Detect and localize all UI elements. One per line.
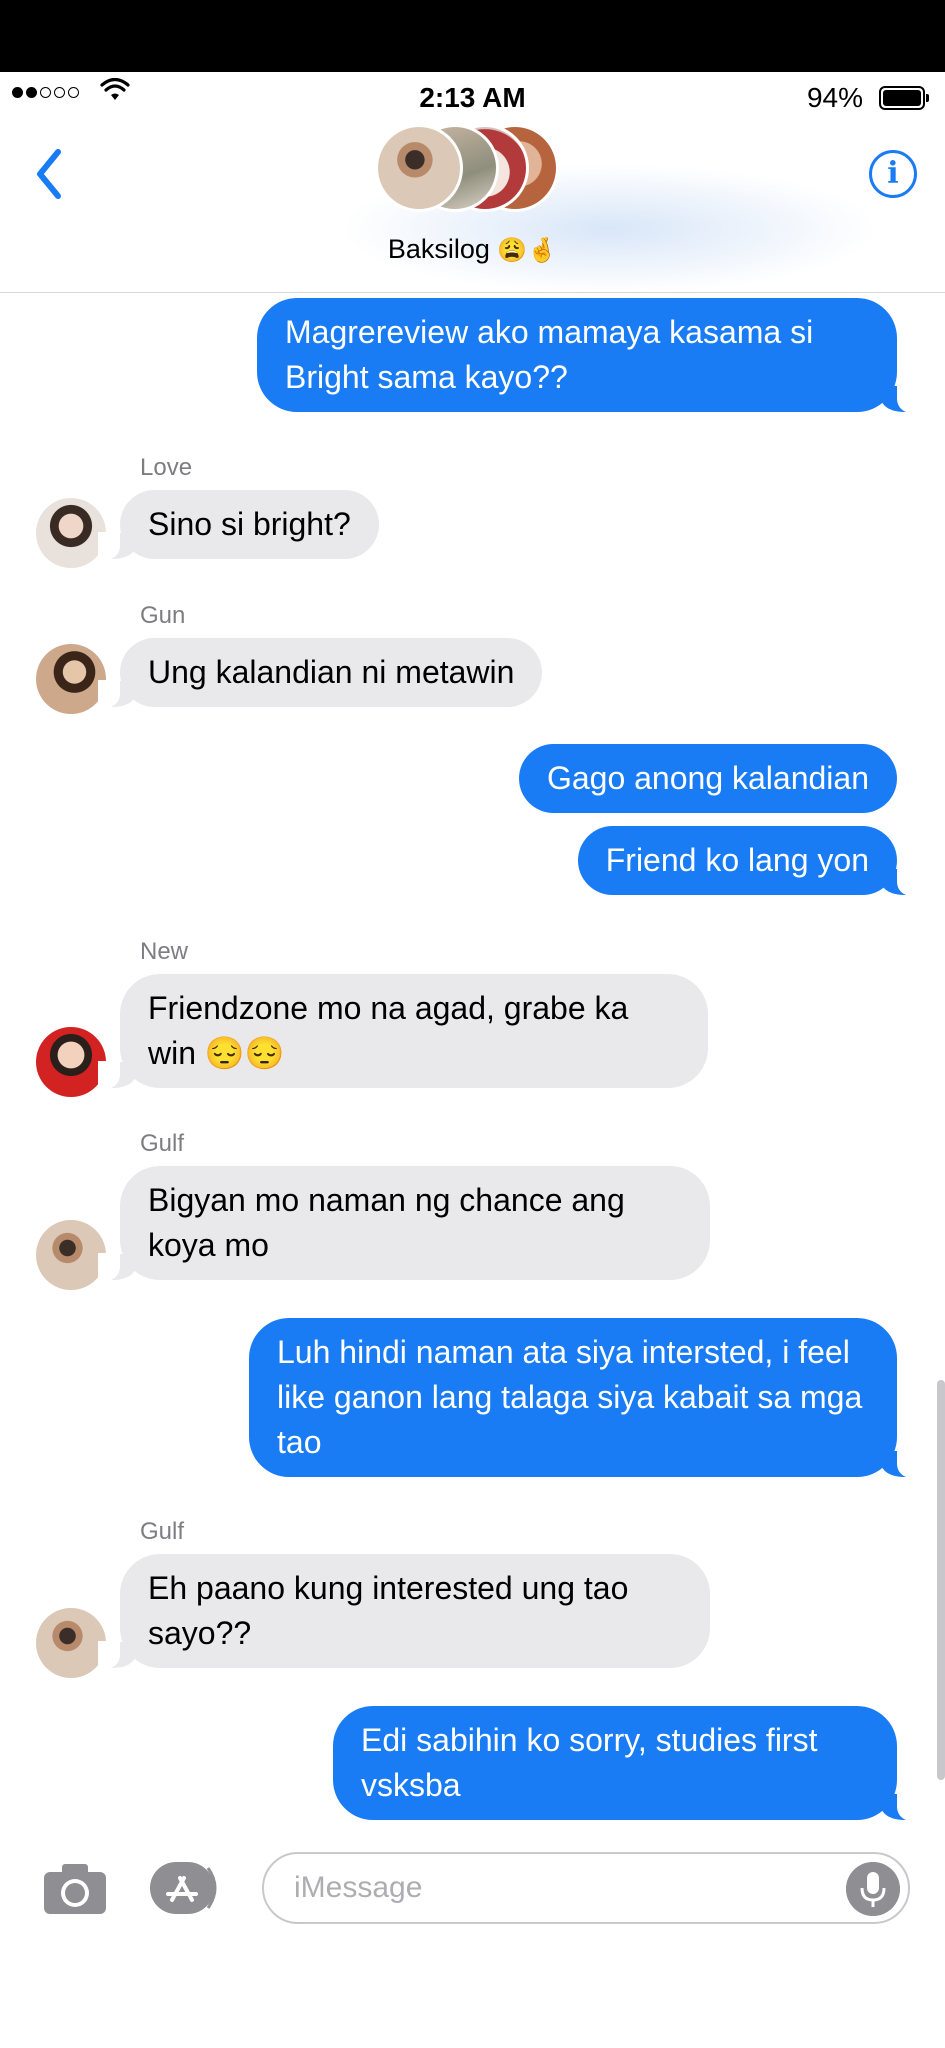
group-name-emoji: 😩🤞 xyxy=(497,237,558,264)
message-bubble-sent[interactable]: Friend ko lang yon xyxy=(577,826,920,896)
message-bubble-sent[interactable]: Edi sabihin ko sorry, studies first vsks… xyxy=(333,1706,919,1821)
sender-name: Love xyxy=(140,454,193,481)
avatar xyxy=(375,124,463,212)
camera-icon[interactable] xyxy=(42,1860,108,1916)
status-bar: 2:13 AM 94% xyxy=(0,72,945,124)
avatar[interactable] xyxy=(36,1220,106,1290)
message-bubble-received[interactable]: Bigyan mo naman ng chance ang koya mo xyxy=(98,1166,710,1281)
scrollbar[interactable] xyxy=(937,1380,945,1780)
sender-name: New xyxy=(140,938,189,965)
message-bubble-sent[interactable]: Magrereview ako mamaya kasama si Bright … xyxy=(257,298,919,413)
group-name[interactable]: Baksilog 😩🤞 xyxy=(0,234,945,265)
avatar[interactable] xyxy=(36,1608,106,1678)
avatar[interactable] xyxy=(36,644,106,714)
message-bubble-received[interactable]: Friendzone mo na agad, grabe ka win 😔😔 xyxy=(98,974,708,1089)
chevron-left-icon[interactable] xyxy=(30,144,70,208)
conversation-header: Baksilog 😩🤞 i xyxy=(0,124,945,293)
sender-name: Gulf xyxy=(140,1130,185,1157)
battery-icon xyxy=(879,86,929,110)
message-input-placeholder: iMessage xyxy=(294,1871,423,1904)
group-avatars[interactable] xyxy=(375,124,575,216)
message-bubble-received[interactable]: Ung kalandian ni metawin xyxy=(97,638,543,708)
input-bar: iMessage xyxy=(0,1832,945,1942)
app-store-icon[interactable] xyxy=(150,1862,224,1914)
battery-percentage: 94% xyxy=(806,82,863,113)
message-bubble-received[interactable]: Sino si bright? xyxy=(98,490,379,560)
message-bubble-sent[interactable]: Gago anong kalandian xyxy=(518,744,897,813)
message-list[interactable]: Magrereview ako mamaya kasama si Bright … xyxy=(0,292,945,1832)
message-bubble-sent[interactable]: Luh hindi naman ata siya intersted, i fe… xyxy=(249,1318,919,1478)
message-input[interactable]: iMessage xyxy=(262,1852,910,1924)
group-name-text: Baksilog xyxy=(387,234,490,264)
sender-name: Gun xyxy=(140,602,186,629)
microphone-icon[interactable] xyxy=(846,1862,900,1916)
avatar[interactable] xyxy=(36,1027,106,1097)
status-time: 2:13 AM xyxy=(419,82,526,113)
avatar[interactable] xyxy=(36,498,106,568)
sender-name: Gulf xyxy=(140,1518,185,1545)
top-black-bar xyxy=(0,0,945,72)
message-bubble-received[interactable]: Eh paano kung interested ung tao sayo?? xyxy=(98,1554,710,1669)
info-icon[interactable]: i xyxy=(869,150,917,198)
